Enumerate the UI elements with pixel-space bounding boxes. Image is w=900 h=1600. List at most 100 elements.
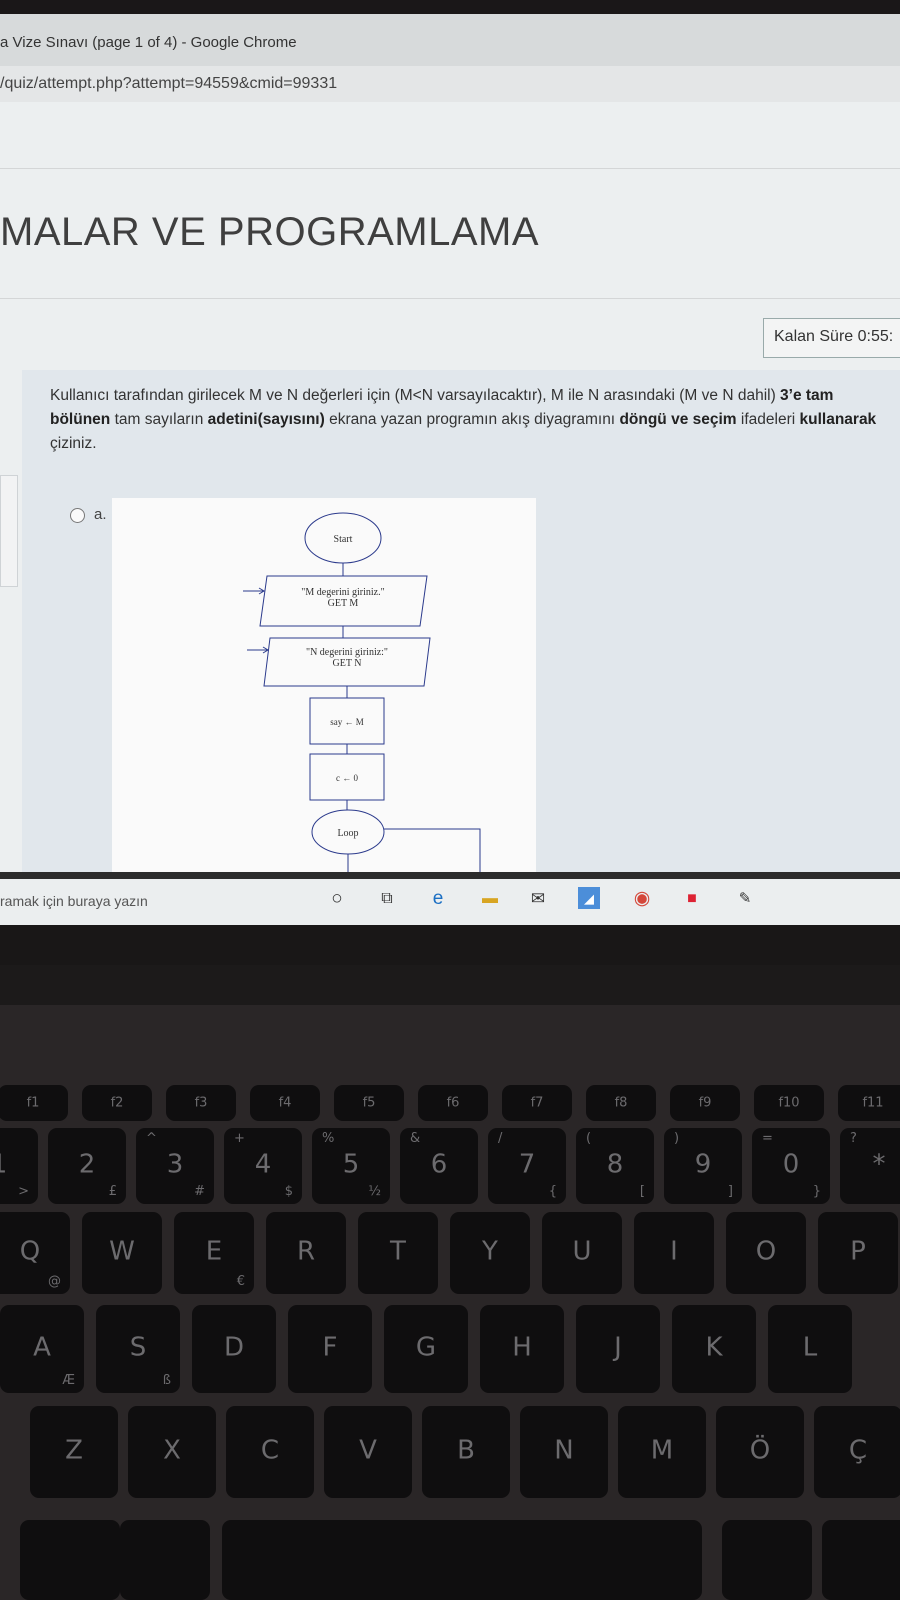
key-1[interactable]: 1> (0, 1128, 38, 1204)
key-*[interactable]: *? (840, 1128, 900, 1204)
key-label: 6 (430, 1149, 448, 1180)
key-sublabel: [ (639, 1184, 645, 1199)
key-l[interactable]: L (768, 1305, 852, 1393)
key-label: f8 (614, 1095, 628, 1111)
key-3[interactable]: 3 # ^ (136, 1128, 214, 1204)
key-label: 2 (78, 1149, 96, 1180)
key-sublabel: { (548, 1184, 557, 1199)
key-o[interactable]: O (726, 1212, 806, 1294)
scroll-edge (0, 872, 900, 879)
key-s[interactable]: Sß (96, 1305, 180, 1393)
key-label: X (163, 1435, 181, 1466)
key-label: A (33, 1332, 51, 1363)
key-label: f1 (26, 1095, 40, 1111)
key-modifier[interactable] (822, 1520, 900, 1600)
key-f3[interactable]: f3 (166, 1085, 236, 1121)
key-d[interactable]: D (192, 1305, 276, 1393)
radio-button-a[interactable] (70, 508, 85, 523)
key-9[interactable]: 9]) (664, 1128, 742, 1204)
key-label: B (457, 1435, 475, 1466)
url-text[interactable]: /quiz/attempt.php?attempt=94559&cmid=993… (0, 75, 337, 93)
key-modifier[interactable] (120, 1520, 210, 1600)
store-icon[interactable]: ■ (680, 887, 704, 911)
file-explorer-icon[interactable]: ▬ (478, 887, 502, 911)
mail-icon[interactable]: ✉ (526, 887, 550, 911)
cortana-icon[interactable]: ○ (325, 887, 349, 911)
key-y[interactable]: Y (450, 1212, 530, 1294)
question-bold-part: adetini(sayısını) (207, 411, 325, 428)
key-sublabel: > (18, 1184, 29, 1199)
key-v[interactable]: V (324, 1406, 412, 1498)
quiz-timer: Kalan Süre 0:55: (763, 318, 900, 358)
key-sublabel: ½ (368, 1184, 381, 1199)
key-f11[interactable]: f11 (838, 1085, 900, 1121)
key-f10[interactable]: f10 (754, 1085, 824, 1121)
taskbar-search[interactable]: ramak için buraya yazın (0, 893, 148, 909)
key-0[interactable]: 0} = (752, 1128, 830, 1204)
key-label: f2 (110, 1095, 124, 1111)
loop-label: Loop (337, 828, 358, 839)
io2-line2: GET N (333, 658, 362, 669)
key-f8[interactable]: f8 (586, 1085, 656, 1121)
key-g[interactable]: G (384, 1305, 468, 1393)
key-label: 9 (694, 1149, 712, 1180)
key-sublabel: Æ (62, 1373, 75, 1388)
key-label: * (872, 1149, 886, 1180)
key-b[interactable]: B (422, 1406, 510, 1498)
key-c[interactable]: C (226, 1406, 314, 1498)
address-bar[interactable]: /quiz/attempt.php?attempt=94559&cmid=993… (0, 66, 900, 103)
key-shift-label: ) (674, 1131, 680, 1146)
task-view-icon[interactable]: ⧉ (375, 887, 399, 911)
key-sublabel: # (194, 1184, 205, 1199)
chrome-titlebar: a Vize Sınavı (page 1 of 4) - Google Chr… (0, 14, 900, 66)
key-modifier[interactable] (722, 1520, 812, 1600)
key-i[interactable]: I (634, 1212, 714, 1294)
question-text-part: Kullanıcı tarafından girilecek M ve N de… (50, 387, 781, 404)
key-f6[interactable]: f6 (418, 1085, 488, 1121)
key-f1[interactable]: f1 (0, 1085, 68, 1121)
key-e[interactable]: E € (174, 1212, 254, 1294)
key-4[interactable]: 4 $ + (224, 1128, 302, 1204)
key-h[interactable]: H (480, 1305, 564, 1393)
key-f5[interactable]: f5 (334, 1085, 404, 1121)
key-f7[interactable]: f7 (502, 1085, 572, 1121)
key-f[interactable]: F (288, 1305, 372, 1393)
key-label: O (755, 1236, 777, 1267)
key-p[interactable]: P (818, 1212, 898, 1294)
key-label: F (322, 1332, 338, 1363)
key-r[interactable]: R (266, 1212, 346, 1294)
pen-icon[interactable]: ✎ (733, 887, 757, 911)
key-n[interactable]: N (520, 1406, 608, 1498)
key-2[interactable]: 2 £ (48, 1128, 126, 1204)
key-8[interactable]: 8 [( (576, 1128, 654, 1204)
key-w[interactable]: W (82, 1212, 162, 1294)
chrome-icon[interactable]: ◉ (630, 887, 654, 911)
app-icon[interactable]: ◢ (578, 887, 600, 909)
key-t[interactable]: T (358, 1212, 438, 1294)
key-ç[interactable]: Ç (814, 1406, 900, 1498)
divider (0, 298, 900, 299)
key-q[interactable]: Q @ (0, 1212, 70, 1294)
key-f2[interactable]: f2 (82, 1085, 152, 1121)
edge-icon[interactable]: e (426, 887, 450, 911)
key-j[interactable]: J (576, 1305, 660, 1393)
key-6[interactable]: 6 & (400, 1128, 478, 1204)
key-f4[interactable]: f4 (250, 1085, 320, 1121)
key-sublabel: ß (162, 1373, 171, 1388)
key-u[interactable]: U (542, 1212, 622, 1294)
key-ö[interactable]: Ö (716, 1406, 804, 1498)
key-modifier[interactable] (20, 1520, 120, 1600)
key-7[interactable]: 7 {/ (488, 1128, 566, 1204)
key-z[interactable]: Z (30, 1406, 118, 1498)
key-f9[interactable]: f9 (670, 1085, 740, 1121)
key-5[interactable]: 5 ½% (312, 1128, 390, 1204)
key-label: K (705, 1332, 723, 1363)
key-label: D (223, 1332, 245, 1363)
question-info-block (0, 475, 18, 587)
key-a[interactable]: AÆ (0, 1305, 84, 1393)
key-space[interactable] (222, 1520, 702, 1600)
key-k[interactable]: K (672, 1305, 756, 1393)
key-label: 5 (342, 1149, 360, 1180)
key-m[interactable]: M (618, 1406, 706, 1498)
key-x[interactable]: X (128, 1406, 216, 1498)
